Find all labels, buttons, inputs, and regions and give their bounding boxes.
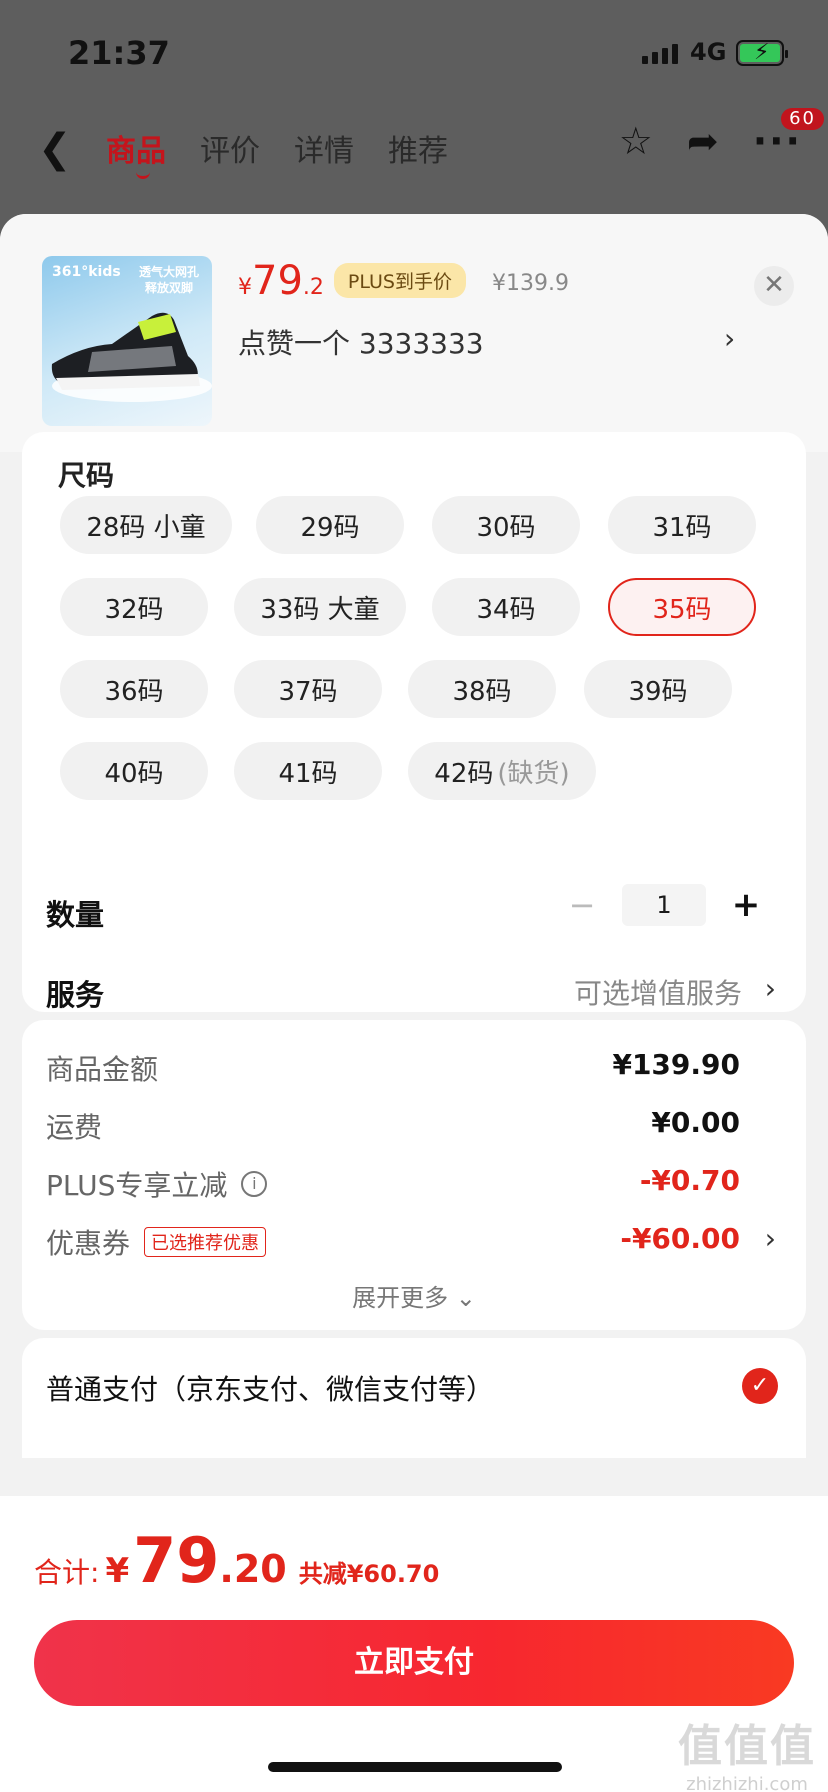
size-title: 尺码 xyxy=(58,459,115,492)
notification-badge: 60 xyxy=(781,108,824,130)
amount-label-wrap: PLUS专享立减 i xyxy=(46,1164,268,1204)
more-icon[interactable]: ··· 60 xyxy=(753,108,824,160)
chevron-left-icon[interactable]: ❮ xyxy=(38,126,72,172)
tab-reviews[interactable]: 评价 xyxy=(200,126,260,170)
size-chip[interactable]: 40码 xyxy=(60,742,208,800)
amount-label: 商品金额 xyxy=(46,1053,159,1086)
pay-now-button[interactable]: 立即支付 xyxy=(34,1620,794,1706)
original-price: ¥139.9 xyxy=(491,271,569,296)
watermark-url: zhizhizhi.com xyxy=(686,1774,808,1792)
amount-value: -¥0.70 xyxy=(639,1164,740,1197)
total-label: 合计: xyxy=(34,1556,100,1589)
status-bar: 21:37 4G ⚡ xyxy=(0,0,828,100)
battery-icon: ⚡ xyxy=(736,40,788,66)
amount-label: PLUS专享立减 xyxy=(46,1169,228,1202)
total-integer: 79 xyxy=(133,1524,220,1597)
size-card: 尺码 28码 小童 29码 30码 31码 32码 33码 大童 34码 35码… xyxy=(22,432,806,1012)
amount-row-plus-discount: PLUS专享立减 i -¥0.70 xyxy=(46,1164,782,1204)
chevron-right-icon[interactable]: › xyxy=(765,1222,776,1255)
amount-label: 运费 xyxy=(46,1111,103,1144)
amount-value: -¥60.00 xyxy=(620,1222,740,1255)
size-chip[interactable]: 29码 xyxy=(256,496,404,554)
amount-value: ¥139.90 xyxy=(612,1048,740,1081)
final-price: ¥79.2 xyxy=(238,258,324,304)
out-of-stock-note: (缺货) xyxy=(497,758,570,789)
status-time: 21:37 xyxy=(68,34,170,72)
coupon-tag: 已选推荐优惠 xyxy=(144,1227,267,1257)
size-chip[interactable]: 36码 xyxy=(60,660,208,718)
close-icon[interactable]: ✕ xyxy=(754,266,794,306)
size-chip[interactable]: 31码 xyxy=(608,496,756,554)
share-icon[interactable]: ➦ xyxy=(687,122,719,160)
watermark-logo: 值值值 xyxy=(678,1721,816,1772)
size-chip[interactable]: 34码 xyxy=(432,578,580,636)
network-label: 4G xyxy=(690,38,727,66)
service-label: 服务 xyxy=(46,978,105,1012)
shoe-illustration xyxy=(51,312,212,402)
minus-icon[interactable]: − xyxy=(562,886,602,924)
amount-label: 优惠券 xyxy=(46,1227,131,1260)
chevron-right-icon[interactable]: › xyxy=(765,972,776,1005)
amount-row-shipping: 运费 ¥0.00 xyxy=(46,1106,782,1146)
service-value[interactable]: 可选增值服务 xyxy=(574,972,742,1012)
size-chip[interactable]: 32码 xyxy=(60,578,208,636)
chevron-right-icon[interactable]: › xyxy=(724,322,735,355)
info-icon[interactable]: i xyxy=(241,1171,268,1197)
quantity-label: 数量 xyxy=(46,898,105,932)
plus-icon[interactable]: + xyxy=(726,885,766,925)
quantity-stepper: − 1 + xyxy=(562,884,766,926)
checkout-bar: 合计: ¥ 79 .20 共减¥60.70 立即支付 值值值 zhizhizhi… xyxy=(0,1496,828,1792)
amount-row-coupon[interactable]: 优惠券 已选推荐优惠 -¥60.00 › xyxy=(46,1222,782,1262)
payment-method-label: 普通支付（京东支付、微信支付等） xyxy=(46,1373,495,1406)
amount-row-goods: 商品金额 ¥139.90 xyxy=(46,1048,782,1088)
size-chip[interactable]: 38码 xyxy=(408,660,556,718)
size-chip[interactable]: 37码 xyxy=(234,660,382,718)
size-chip-selected[interactable]: 35码 xyxy=(608,578,756,636)
total-saving: 共减¥60.70 xyxy=(298,1560,440,1588)
size-chip-out-of-stock[interactable]: 42码 (缺货) xyxy=(408,742,596,800)
size-chip[interactable]: 30码 xyxy=(432,496,580,554)
total-amount: 合计: ¥ 79 .20 共减¥60.70 xyxy=(34,1524,439,1597)
total-decimal: .20 xyxy=(219,1547,287,1591)
amount-value: ¥0.00 xyxy=(651,1106,740,1139)
product-image: 361°kids 透气大网孔 释放双脚 xyxy=(42,256,212,426)
amount-card: 商品金额 ¥139.90 运费 ¥0.00 PLUS专享立减 i -¥0.70 优… xyxy=(22,1020,806,1330)
payment-card[interactable]: 普通支付（京东支付、微信支付等） ✓ xyxy=(22,1338,806,1458)
size-chip[interactable]: 39码 xyxy=(584,660,732,718)
top-nav: ❮ 商品 评价 详情 推荐 ☆ ➦ ··· 60 xyxy=(0,100,828,210)
nav-tabs: 商品 评价 详情 推荐 xyxy=(106,126,448,179)
tab-product[interactable]: 商品 xyxy=(106,126,166,179)
total-currency: ¥ xyxy=(105,1551,130,1591)
product-image-brand: 361°kids xyxy=(52,264,121,280)
tab-recommend[interactable]: 推荐 xyxy=(388,126,448,170)
plus-price-tag: PLUS到手价 xyxy=(333,263,466,298)
star-icon[interactable]: ☆ xyxy=(619,122,653,160)
expand-more-button[interactable]: 展开更多 ⌄ xyxy=(22,1278,806,1313)
check-icon[interactable]: ✓ xyxy=(742,1368,778,1404)
size-chip-label: 42码 xyxy=(434,758,494,789)
product-summary: 361°kids 透气大网孔 释放双脚 ¥79.2 PLUS到手价 ¥139.9… xyxy=(0,214,828,452)
size-chip[interactable]: 41码 xyxy=(234,742,382,800)
quantity-input[interactable]: 1 xyxy=(622,884,706,926)
price-row: ¥79.2 PLUS到手价 ¥139.9 xyxy=(238,258,569,304)
signal-icon xyxy=(642,44,678,64)
size-chip[interactable]: 28码 小童 xyxy=(60,496,232,554)
home-indicator xyxy=(268,1762,562,1772)
selected-spec[interactable]: 点赞一个 3333333 xyxy=(238,322,484,362)
amount-label-wrap: 优惠券 已选推荐优惠 xyxy=(46,1222,267,1262)
size-chip[interactable]: 33码 大童 xyxy=(234,578,406,636)
watermark: 值值值 zhizhizhi.com xyxy=(678,1710,816,1792)
tab-details[interactable]: 详情 xyxy=(294,126,354,170)
